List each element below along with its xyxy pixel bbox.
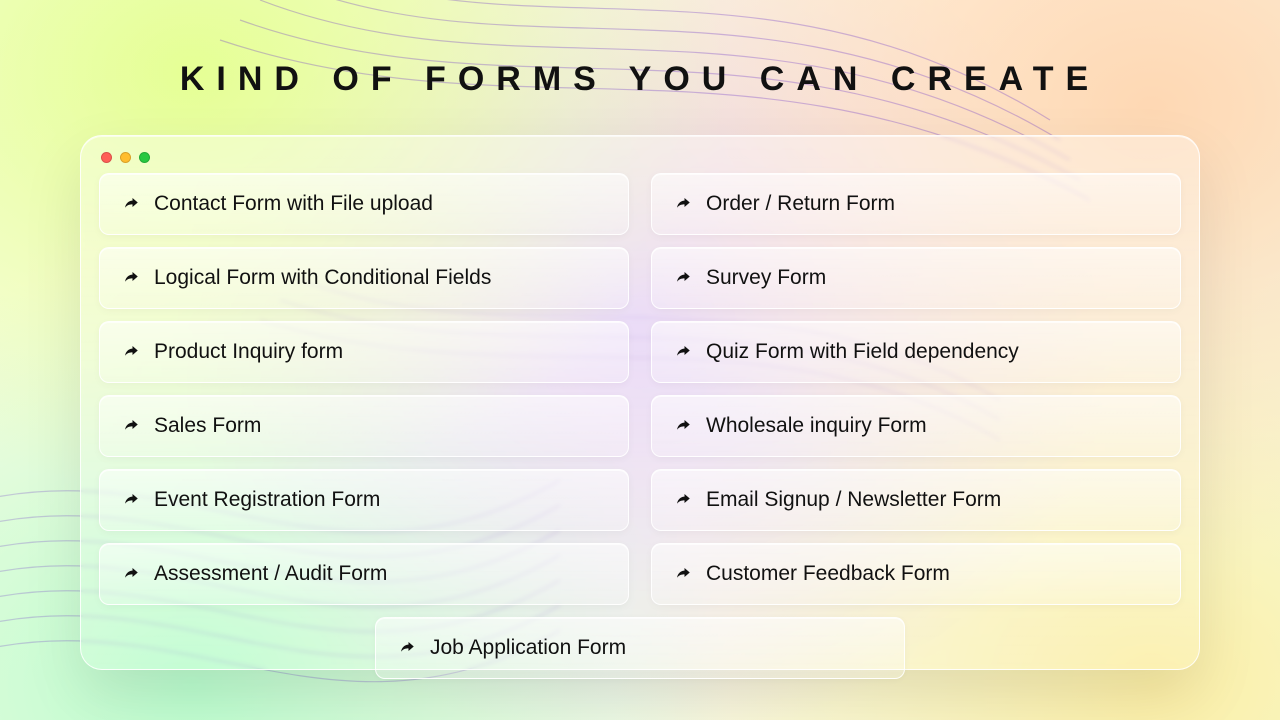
form-type-label: Sales Form	[154, 414, 261, 438]
form-type-item[interactable]: Quiz Form with Field dependency	[651, 321, 1181, 383]
form-type-item[interactable]: Product Inquiry form	[99, 321, 629, 383]
share-arrow-icon	[674, 565, 692, 583]
share-arrow-icon	[674, 491, 692, 509]
form-type-item[interactable]: Assessment / Audit Form	[99, 543, 629, 605]
form-type-item[interactable]: Logical Form with Conditional Fields	[99, 247, 629, 309]
form-type-item[interactable]: Job Application Form	[375, 617, 905, 679]
window-traffic-lights	[99, 150, 1181, 173]
stage: KIND OF FORMS YOU CAN CREATE Contact For…	[0, 0, 1280, 720]
form-type-label: Order / Return Form	[706, 192, 895, 216]
form-type-label: Assessment / Audit Form	[154, 562, 387, 586]
traffic-close-icon	[101, 152, 112, 163]
share-arrow-icon	[122, 269, 140, 287]
form-type-label: Job Application Form	[430, 636, 626, 660]
share-arrow-icon	[398, 639, 416, 657]
form-type-item[interactable]: Order / Return Form	[651, 173, 1181, 235]
window-card: Contact Form with File upload Order / Re…	[80, 135, 1200, 670]
form-type-label: Wholesale inquiry Form	[706, 414, 927, 438]
form-type-item[interactable]: Customer Feedback Form	[651, 543, 1181, 605]
form-type-label: Logical Form with Conditional Fields	[154, 266, 491, 290]
share-arrow-icon	[674, 195, 692, 213]
form-type-item[interactable]: Wholesale inquiry Form	[651, 395, 1181, 457]
form-type-grid: Contact Form with File upload Order / Re…	[99, 173, 1181, 679]
share-arrow-icon	[122, 417, 140, 435]
form-type-item[interactable]: Contact Form with File upload	[99, 173, 629, 235]
form-type-label: Product Inquiry form	[154, 340, 343, 364]
page-title: KIND OF FORMS YOU CAN CREATE	[0, 60, 1280, 99]
form-type-label: Email Signup / Newsletter Form	[706, 488, 1001, 512]
form-type-item[interactable]: Email Signup / Newsletter Form	[651, 469, 1181, 531]
share-arrow-icon	[674, 269, 692, 287]
form-type-label: Event Registration Form	[154, 488, 380, 512]
form-type-label: Contact Form with File upload	[154, 192, 433, 216]
traffic-zoom-icon	[139, 152, 150, 163]
form-type-item[interactable]: Event Registration Form	[99, 469, 629, 531]
share-arrow-icon	[674, 417, 692, 435]
form-type-item[interactable]: Sales Form	[99, 395, 629, 457]
share-arrow-icon	[122, 565, 140, 583]
traffic-minimize-icon	[120, 152, 131, 163]
share-arrow-icon	[674, 343, 692, 361]
share-arrow-icon	[122, 195, 140, 213]
form-type-item[interactable]: Survey Form	[651, 247, 1181, 309]
form-type-label: Customer Feedback Form	[706, 562, 950, 586]
form-type-label: Survey Form	[706, 266, 826, 290]
share-arrow-icon	[122, 343, 140, 361]
form-type-label: Quiz Form with Field dependency	[706, 340, 1019, 364]
share-arrow-icon	[122, 491, 140, 509]
